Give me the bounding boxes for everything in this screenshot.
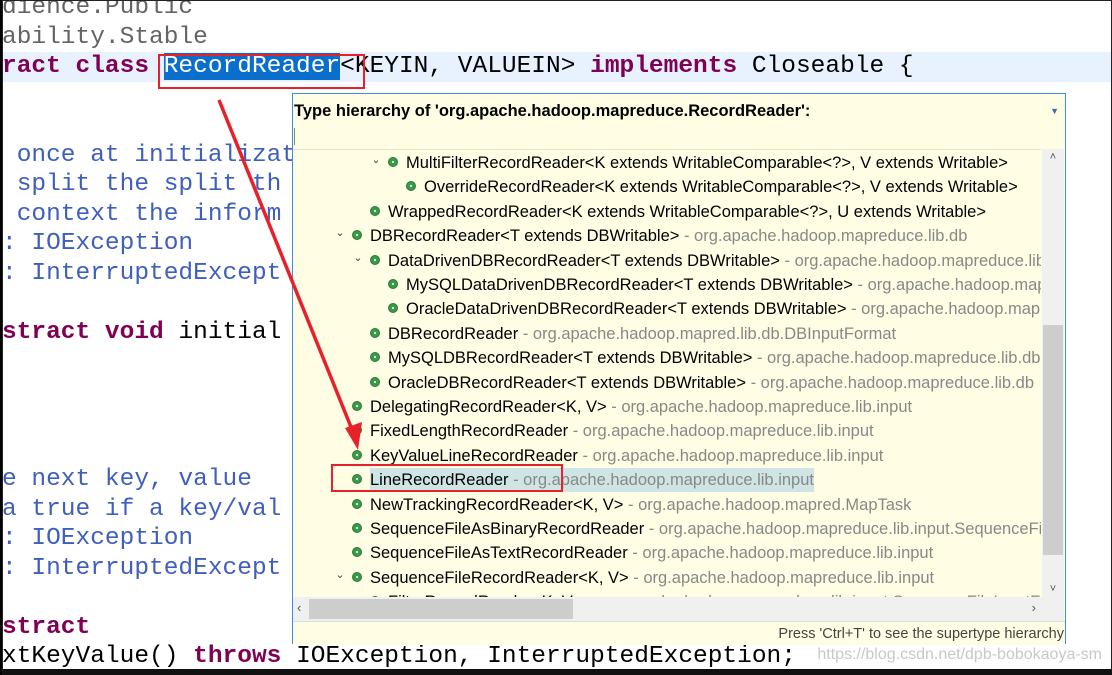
red-arrow [217,99,362,450]
watermark: https://blog.csdn.net/dpb-bobokaoya-sm [817,646,1102,663]
arrow-head [345,422,362,450]
arrow-shaft [217,99,355,433]
